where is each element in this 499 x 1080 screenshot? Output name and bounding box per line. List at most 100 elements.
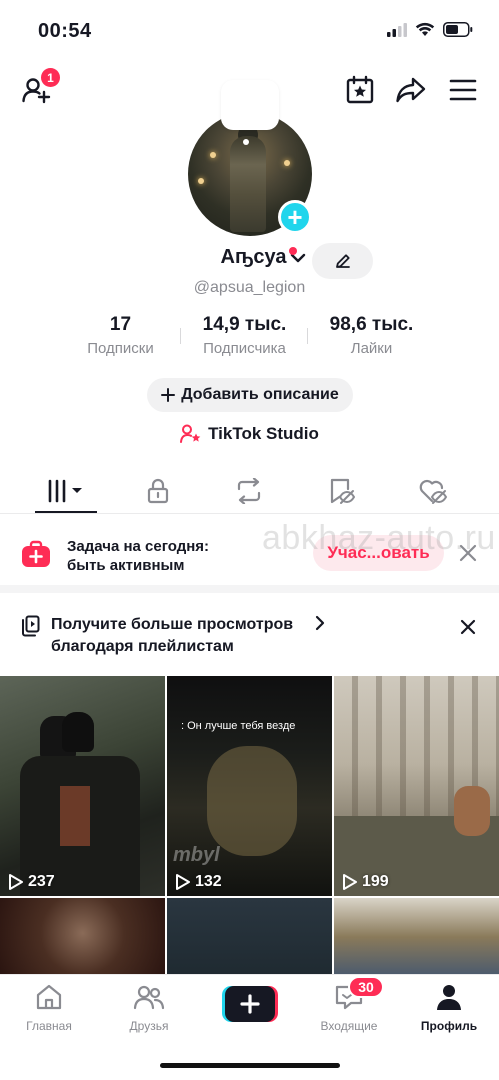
chevron-right-icon bbox=[315, 615, 325, 631]
status-bubble[interactable] bbox=[221, 80, 279, 130]
share-button[interactable] bbox=[393, 72, 429, 108]
playlist-close-button[interactable] bbox=[458, 617, 478, 637]
view-count: 237 bbox=[28, 873, 55, 890]
profile-stats: 17 Подписки 14,9 тыс. Подписчика 98,6 ты… bbox=[0, 314, 499, 357]
video-thumbnail[interactable]: 237 bbox=[0, 676, 165, 896]
stat-following[interactable]: 17 Подписки bbox=[76, 314, 166, 357]
notification-badge: 1 bbox=[41, 68, 60, 87]
tab-favorites[interactable] bbox=[310, 468, 372, 514]
lock-icon bbox=[147, 478, 169, 504]
video-views: 199 bbox=[342, 873, 389, 891]
task-icon bbox=[21, 540, 51, 573]
stat-value: 17 bbox=[109, 314, 132, 335]
nav-inbox-label: Входящие bbox=[320, 1019, 378, 1033]
playlist-text: Получите больше просмотров благодаря пле… bbox=[51, 614, 293, 658]
calendar-button[interactable] bbox=[342, 72, 378, 108]
video-thumbnail[interactable] bbox=[334, 898, 499, 976]
add-description-label: Добавить описание bbox=[181, 386, 339, 403]
username: @apsua_legion bbox=[193, 279, 306, 296]
create-button[interactable] bbox=[222, 986, 278, 1022]
home-indicator bbox=[160, 1063, 340, 1068]
share-arrow-icon bbox=[396, 77, 426, 103]
play-icon bbox=[176, 874, 190, 890]
tab-videos[interactable] bbox=[35, 468, 97, 514]
close-icon bbox=[460, 619, 476, 635]
video-thumbnail[interactable] bbox=[167, 898, 332, 976]
inbox-badge: 30 bbox=[348, 976, 384, 998]
home-icon bbox=[36, 984, 62, 1010]
playlist-promo-card[interactable]: Получите больше просмотров благодаря пле… bbox=[0, 600, 499, 676]
stat-divider bbox=[306, 328, 308, 344]
stat-label: Лайки bbox=[350, 340, 393, 357]
nav-profile[interactable]: Профиль bbox=[404, 983, 494, 1033]
video-views: 237 bbox=[8, 873, 55, 891]
play-icon bbox=[9, 874, 23, 890]
nav-friends-label: Друзья bbox=[129, 1019, 169, 1033]
stat-label: Подписки bbox=[87, 340, 154, 357]
video-views: 132 bbox=[175, 873, 222, 891]
status-bar: 00:54 bbox=[0, 0, 499, 62]
video-overlay-text: mbyl bbox=[173, 844, 220, 866]
stat-value: 98,6 тыс. bbox=[329, 314, 414, 335]
task-line-1: Задача на сегодня: bbox=[67, 538, 210, 555]
studio-user-star-icon bbox=[180, 424, 201, 443]
video-thumbnail[interactable]: 199 bbox=[334, 676, 499, 896]
tab-reposts[interactable] bbox=[218, 468, 280, 514]
view-count: 132 bbox=[195, 873, 222, 890]
plus-bag-icon bbox=[22, 540, 50, 567]
calendar-star-icon bbox=[346, 75, 374, 104]
tab-liked[interactable] bbox=[402, 468, 464, 514]
status-icons bbox=[387, 22, 473, 37]
nav-home-label: Главная bbox=[26, 1019, 72, 1033]
play-icon bbox=[343, 874, 357, 890]
add-friend-button[interactable]: 1 bbox=[18, 68, 60, 108]
task-close-button[interactable] bbox=[457, 542, 479, 564]
display-name: Аҧсуа bbox=[220, 246, 287, 268]
stat-label: Подписчика bbox=[203, 340, 286, 357]
plus-icon bbox=[161, 388, 176, 402]
add-description-button[interactable]: Добавить описание bbox=[147, 378, 353, 412]
tiktok-studio-label: TikTok Studio bbox=[208, 424, 319, 443]
add-story-button[interactable]: + bbox=[278, 200, 312, 234]
status-time: 00:54 bbox=[38, 20, 92, 42]
name-row[interactable]: Аҧсуа bbox=[0, 246, 499, 269]
nav-home[interactable]: Главная bbox=[4, 983, 94, 1033]
create-plus-icon bbox=[222, 986, 278, 1022]
tiktok-studio-link[interactable]: TikTok Studio bbox=[0, 424, 499, 444]
friends-icon bbox=[133, 985, 165, 1010]
repost-icon bbox=[237, 478, 261, 504]
menu-button[interactable] bbox=[445, 72, 481, 108]
edit-profile-button[interactable] bbox=[312, 243, 373, 279]
chevron-right-wrap bbox=[314, 615, 326, 636]
content-tabs bbox=[0, 468, 499, 514]
bookmark-hidden-icon bbox=[330, 478, 355, 504]
video-caption: : Он лучше тебя везде bbox=[181, 720, 296, 732]
battery-icon bbox=[443, 22, 473, 37]
tab-private[interactable] bbox=[127, 468, 189, 514]
playlist-icon-wrap bbox=[21, 615, 41, 642]
playlist-line-1: Получите больше просмотров bbox=[51, 616, 294, 633]
grid-bars-icon bbox=[48, 479, 82, 503]
nav-profile-label: Профиль bbox=[420, 1019, 478, 1033]
video-grid: 237 : Он лучше тебя везде mbyl 132 199 bbox=[0, 676, 499, 976]
heart-hidden-icon bbox=[419, 479, 448, 504]
nav-friends[interactable]: Друзья bbox=[104, 983, 194, 1033]
view-count: 199 bbox=[362, 873, 389, 890]
video-thumbnail[interactable] bbox=[0, 898, 165, 976]
task-line-2: быть активным bbox=[67, 557, 185, 574]
hamburger-menu-icon bbox=[449, 79, 477, 101]
task-text: Задача на сегодня: быть активным bbox=[67, 537, 209, 575]
active-tab-indicator bbox=[35, 511, 97, 513]
stat-value: 14,9 тыс. bbox=[202, 314, 287, 335]
playlist-line-2: благодаря плейлистам bbox=[51, 638, 234, 655]
stat-likes[interactable]: 98,6 тыс. Лайки bbox=[320, 314, 424, 357]
cellular-signal-icon bbox=[387, 22, 407, 37]
stat-divider bbox=[179, 328, 181, 344]
playlist-icon bbox=[22, 615, 40, 637]
video-thumbnail[interactable]: : Он лучше тебя везде mbyl 132 bbox=[167, 676, 332, 896]
profile-icon bbox=[437, 985, 461, 1010]
status-bubble-dot bbox=[243, 139, 249, 145]
stat-followers[interactable]: 14,9 тыс. Подписчика bbox=[195, 314, 295, 357]
wifi-icon bbox=[415, 22, 435, 36]
pencil-icon bbox=[335, 254, 350, 268]
